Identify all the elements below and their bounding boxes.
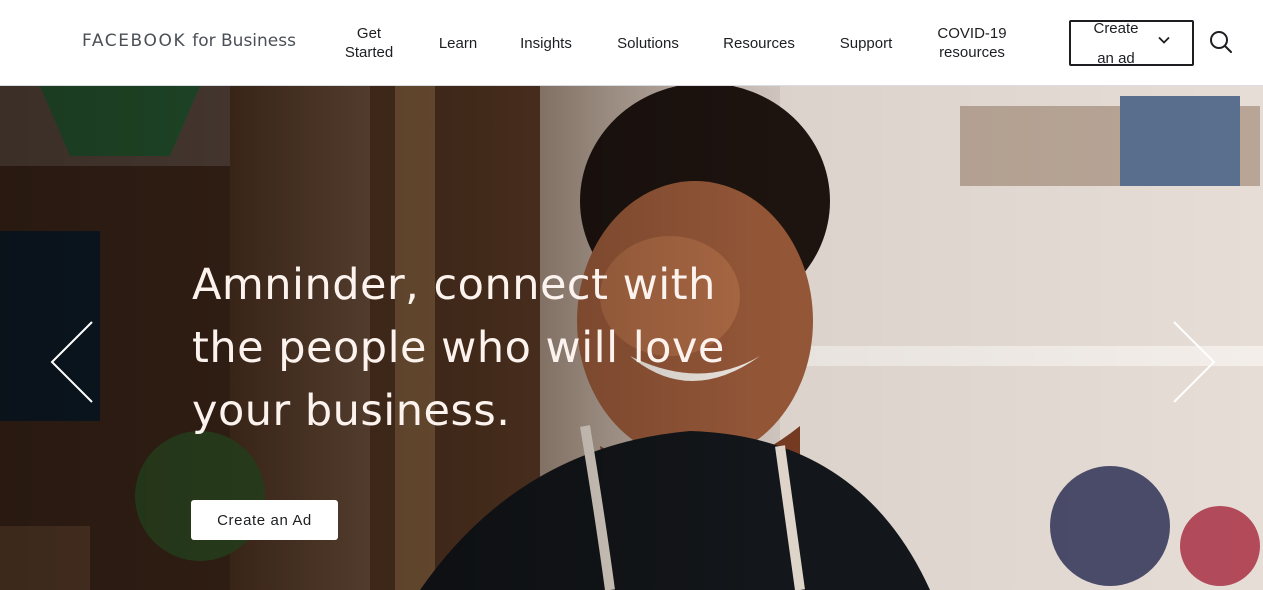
chevron-down-icon xyxy=(1158,36,1170,44)
logo-suffix-text: for Business xyxy=(192,31,296,51)
chevron-left-icon[interactable] xyxy=(48,320,98,404)
nav-resources-label: Resources xyxy=(723,34,795,52)
nav-covid-line1: COVID-19 xyxy=(937,25,1007,42)
logo-brand-text: FACEBOOK xyxy=(82,31,187,51)
nav-get-started-line1: Get xyxy=(356,25,382,42)
create-an-ad-button[interactable]: Create an Ad xyxy=(191,500,338,540)
nav-get-started[interactable]: Get Started xyxy=(334,0,404,86)
nav-solutions[interactable]: Solutions xyxy=(604,0,692,86)
nav-solutions-label: Solutions xyxy=(617,34,679,52)
nav-covid-line2: resources xyxy=(939,44,1005,61)
facebook-for-business-logo[interactable]: FACEBOOK for Business xyxy=(82,31,296,53)
hero-headline-line: your business. xyxy=(192,386,511,436)
hero-headline-line: Amninder, connect with xyxy=(192,260,716,310)
nav-get-started-line2: Started xyxy=(344,44,394,61)
nav-learn-label: Learn xyxy=(438,34,478,52)
create-ad-line2: an ad xyxy=(1097,49,1135,67)
chevron-right-icon[interactable] xyxy=(1168,320,1218,404)
nav-support[interactable]: Support xyxy=(826,0,906,86)
create-ad-line1: Create xyxy=(1093,19,1139,37)
top-navigation-bar: FACEBOOK for Business Get Started Learn … xyxy=(0,0,1263,86)
nav-support-label: Support xyxy=(839,34,893,52)
nav-learn[interactable]: Learn xyxy=(426,0,490,86)
create-an-ad-dropdown-button[interactable]: Create an ad xyxy=(1069,20,1194,66)
nav-insights-label: Insights xyxy=(520,34,572,52)
create-an-ad-dropdown-label: Create an ad xyxy=(1071,6,1161,81)
nav-covid-resources[interactable]: COVID-19 resources xyxy=(928,0,1016,86)
search-icon[interactable] xyxy=(1208,29,1234,55)
hero-headline-line: the people who will love xyxy=(192,323,725,373)
hero-banner: Amninder, connect with the people who wi… xyxy=(0,86,1263,590)
nav-insights[interactable]: Insights xyxy=(508,0,584,86)
nav-resources[interactable]: Resources xyxy=(712,0,806,86)
hero-headline: Amninder, connect with the people who wi… xyxy=(192,254,752,443)
